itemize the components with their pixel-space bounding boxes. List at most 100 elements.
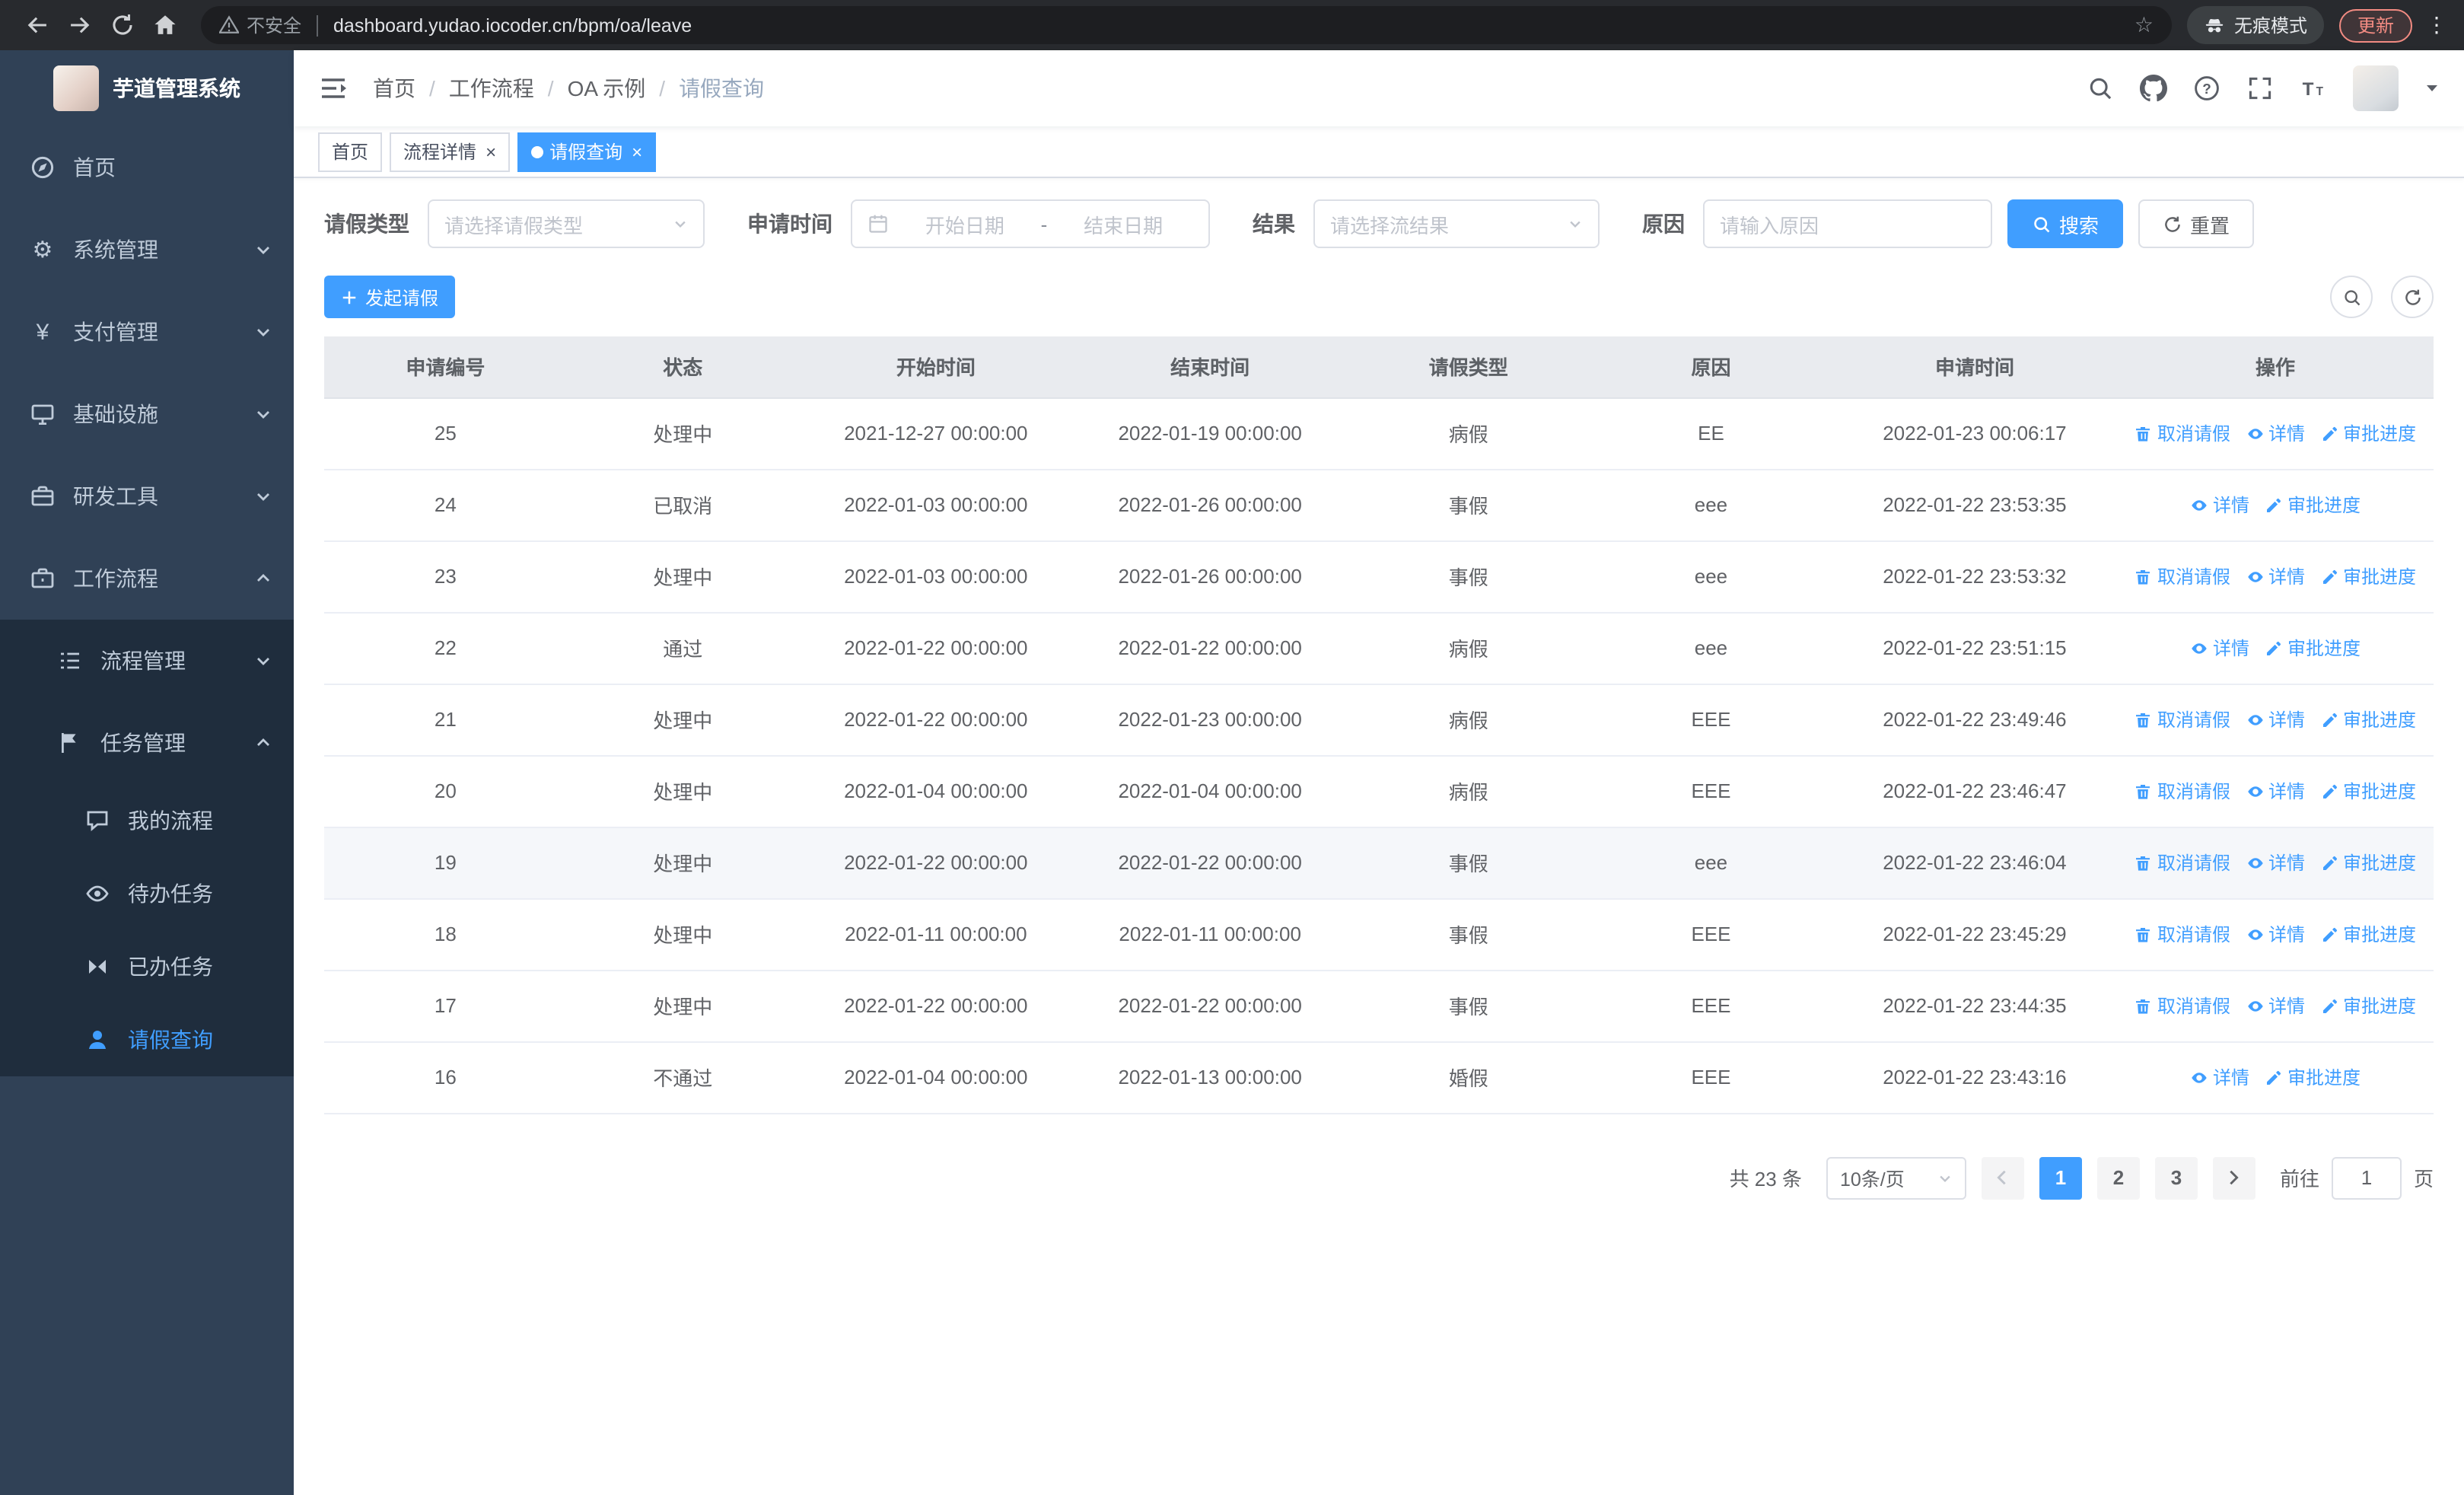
table-row[interactable]: 20 处理中 2022-01-04 00:00:00 2022-01-04 00:00…	[324, 755, 2434, 827]
chevron-down-icon	[1570, 221, 1581, 228]
browser-back-icon[interactable]	[15, 4, 58, 46]
detail-link[interactable]: 详情	[2246, 921, 2305, 947]
fullscreen-icon[interactable]	[2246, 75, 2274, 102]
breadcrumb-item[interactable]: 首页	[373, 73, 415, 104]
reset-button[interactable]: 重置	[2138, 199, 2255, 248]
sidebar-item-task-management[interactable]: 任务管理	[0, 702, 294, 784]
leave-type-select[interactable]: 请选择请假类型	[428, 199, 705, 248]
table-row[interactable]: 19 处理中 2022-01-22 00:00:00 2022-01-22 00:00…	[324, 827, 2434, 899]
navbar-actions: ? TT	[2087, 65, 2440, 111]
approval-progress-link[interactable]: 审批进度	[2320, 778, 2416, 804]
cancel-leave-link[interactable]: 取消请假	[2135, 563, 2230, 589]
toggle-search-button[interactable]	[2330, 276, 2373, 318]
bookmark-star-icon[interactable]: ☆	[2135, 12, 2154, 38]
prev-page-button[interactable]	[1981, 1156, 2024, 1199]
chevron-down-icon	[257, 411, 269, 419]
approval-progress-link[interactable]: 审批进度	[2320, 706, 2416, 732]
cancel-leave-link[interactable]: 取消请假	[2135, 993, 2230, 1018]
detail-link[interactable]: 详情	[2246, 563, 2305, 589]
breadcrumb-item[interactable]: 工作流程	[449, 73, 534, 104]
sidebar-item-todo-tasks[interactable]: 待办任务	[0, 857, 294, 930]
font-size-icon[interactable]: TT	[2300, 75, 2327, 102]
github-icon[interactable]	[2140, 75, 2167, 102]
sidebar-item-infra[interactable]: 基础设施	[0, 373, 294, 455]
delete-icon	[2136, 712, 2150, 727]
refresh-table-button[interactable]	[2391, 276, 2434, 318]
sidebar-item-system[interactable]: ⚙ 系统管理	[0, 209, 294, 291]
browser-refresh-icon[interactable]	[100, 4, 143, 46]
dashboard-icon	[30, 155, 55, 180]
delete-icon	[2136, 784, 2150, 799]
approval-progress-link[interactable]: 审批进度	[2265, 635, 2361, 661]
create-leave-button[interactable]: 发起请假	[324, 276, 456, 318]
page-size-select[interactable]: 10条/页	[1826, 1156, 1966, 1199]
close-icon[interactable]: ×	[485, 142, 496, 161]
table-row[interactable]: 16 不通过 2022-01-04 00:00:00 2022-01-13 00:00…	[324, 1041, 2434, 1114]
sidebar-item-my-process[interactable]: 我的流程	[0, 784, 294, 857]
sidebar-item-workflow[interactable]: 工作流程	[0, 537, 294, 620]
avatar-caret-icon[interactable]	[2424, 81, 2440, 96]
approval-progress-link[interactable]: 审批进度	[2320, 921, 2416, 947]
detail-link[interactable]: 详情	[2190, 492, 2249, 518]
detail-link[interactable]: 详情	[2246, 420, 2305, 446]
table-row[interactable]: 21 处理中 2022-01-22 00:00:00 2022-01-23 00:00…	[324, 684, 2434, 756]
detail-link[interactable]: 详情	[2190, 1064, 2249, 1090]
table-row[interactable]: 22 通过 2022-01-22 00:00:00 2022-01-22 00:00:…	[324, 612, 2434, 684]
search-button[interactable]: 搜索	[2007, 199, 2124, 248]
apply-time-range-picker[interactable]: 开始日期 - 结束日期	[851, 199, 1210, 248]
incognito-icon	[2205, 18, 2224, 32]
browser-home-icon[interactable]	[143, 4, 186, 46]
approval-progress-link[interactable]: 审批进度	[2320, 993, 2416, 1018]
sidebar-item-home[interactable]: 首页	[0, 126, 294, 209]
detail-link[interactable]: 详情	[2246, 706, 2305, 732]
detail-link[interactable]: 详情	[2246, 993, 2305, 1018]
tab-leave-query[interactable]: 请假查询 ×	[517, 132, 657, 171]
approval-progress-link[interactable]: 审批进度	[2265, 492, 2361, 518]
goto-page-input[interactable]	[2331, 1156, 2402, 1199]
table-row[interactable]: 25 处理中 2021-12-27 00:00:00 2022-01-19 00:00…	[324, 397, 2434, 470]
sidebar-item-leave-query[interactable]: 请假查询	[0, 1003, 294, 1076]
close-icon[interactable]: ×	[632, 142, 642, 161]
cancel-leave-link[interactable]: 取消请假	[2135, 706, 2230, 732]
page-button-1[interactable]: 1	[2039, 1156, 2082, 1199]
reason-input[interactable]: 请输入原因	[1703, 199, 1992, 248]
page-button-2[interactable]: 2	[2096, 1156, 2140, 1199]
browser-update-button[interactable]: 更新	[2338, 8, 2412, 42]
url-text[interactable]: dashboard.yudao.iocoder.cn/bpm/oa/leave	[333, 14, 692, 36]
next-page-button[interactable]	[2212, 1156, 2255, 1199]
cancel-leave-link[interactable]: 取消请假	[2135, 850, 2230, 875]
cancel-leave-link[interactable]: 取消请假	[2135, 778, 2230, 804]
sidebar-item-payment[interactable]: ¥ 支付管理	[0, 291, 294, 373]
approval-progress-link[interactable]: 审批进度	[2265, 1064, 2361, 1090]
breadcrumb-item[interactable]: OA 示例	[568, 73, 646, 104]
detail-link[interactable]: 详情	[2246, 778, 2305, 804]
sidebar-collapse-icon[interactable]	[318, 73, 349, 104]
sidebar-item-done-tasks[interactable]: 已办任务	[0, 930, 294, 1003]
result-select[interactable]: 请选择流结果	[1313, 199, 1600, 248]
detail-link[interactable]: 详情	[2190, 635, 2249, 661]
help-icon[interactable]: ?	[2193, 75, 2220, 102]
browser-menu-icon[interactable]: ⋮	[2424, 12, 2449, 38]
eye-icon	[2247, 786, 2262, 796]
browser-forward-icon[interactable]	[58, 4, 100, 46]
approval-progress-link[interactable]: 审批进度	[2320, 850, 2416, 875]
address-bar[interactable]: 不安全 dashboard.yudao.iocoder.cn/bpm/oa/le…	[201, 6, 2172, 44]
approval-progress-link[interactable]: 审批进度	[2320, 420, 2416, 446]
tab-home[interactable]: 首页	[318, 132, 383, 171]
table-row[interactable]: 24 已取消 2022-01-03 00:00:00 2022-01-26 00:00…	[324, 469, 2434, 541]
page-button-3[interactable]: 3	[2154, 1156, 2198, 1199]
sidebar-item-process-management[interactable]: 流程管理	[0, 620, 294, 702]
sidebar-item-devtools[interactable]: 研发工具	[0, 455, 294, 537]
user-avatar[interactable]	[2353, 65, 2399, 111]
table-row[interactable]: 17 处理中 2022-01-22 00:00:00 2022-01-22 00:00…	[324, 970, 2434, 1042]
table-row[interactable]: 23 处理中 2022-01-03 00:00:00 2022-01-26 00:00…	[324, 540, 2434, 613]
detail-link[interactable]: 详情	[2246, 850, 2305, 875]
cancel-leave-link[interactable]: 取消请假	[2135, 420, 2230, 446]
table-row[interactable]: 18 处理中 2022-01-11 00:00:00 2022-01-11 00:00…	[324, 898, 2434, 971]
approval-progress-link[interactable]: 审批进度	[2320, 563, 2416, 589]
search-icon[interactable]	[2087, 75, 2114, 102]
tab-process-detail[interactable]: 流程详情 ×	[390, 132, 511, 171]
cancel-leave-link[interactable]: 取消请假	[2135, 921, 2230, 947]
security-warning[interactable]: 不安全	[219, 12, 301, 38]
edit-icon	[2267, 498, 2281, 512]
